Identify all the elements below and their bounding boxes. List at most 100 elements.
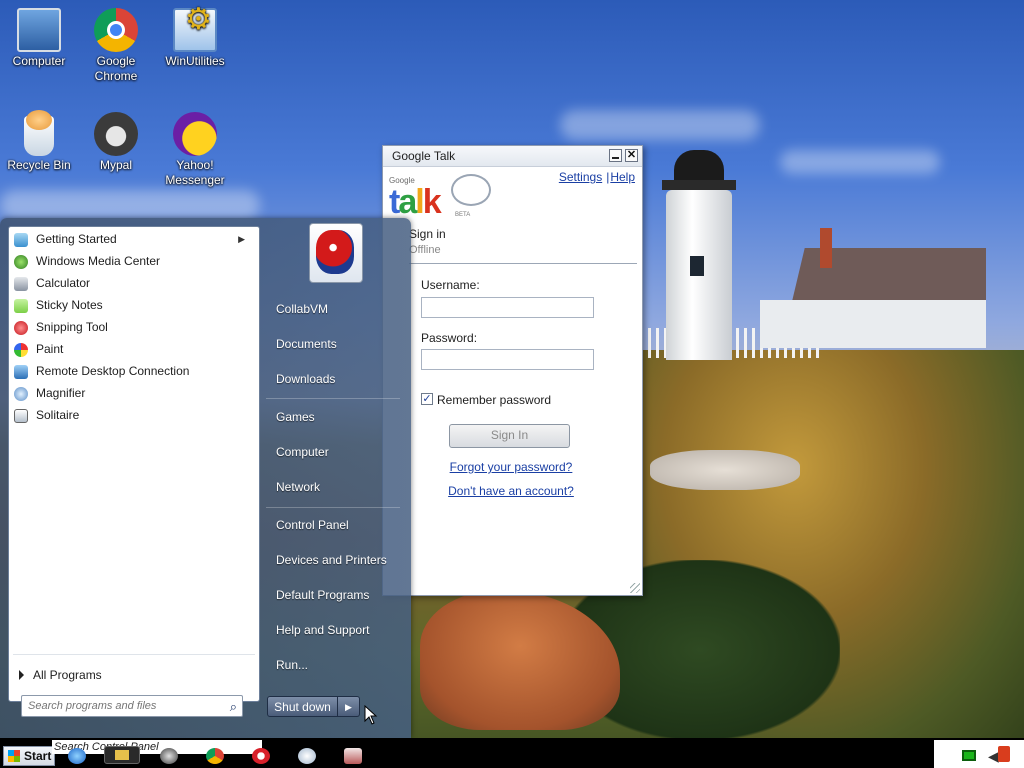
search-icon: ⌕ xyxy=(229,699,237,714)
menu-item-documents[interactable]: Documents xyxy=(276,337,337,351)
calculator-icon xyxy=(14,277,28,291)
programs-pane: Getting Started ▶ Windows Media Center C… xyxy=(8,226,260,702)
title-bar[interactable]: Google Talk ✕ xyxy=(383,146,642,167)
close-button[interactable]: ✕ xyxy=(625,149,638,162)
menu-item-downloads[interactable]: Downloads xyxy=(276,372,335,386)
mypal-icon xyxy=(94,112,138,156)
menu-item-network[interactable]: Network xyxy=(276,480,320,494)
expand-arrow-icon xyxy=(19,670,24,680)
divider xyxy=(266,398,400,399)
username-field[interactable] xyxy=(421,297,594,318)
password-label: Password: xyxy=(421,331,478,345)
program-label: Getting Started xyxy=(36,232,117,246)
taskbar: Start Search Control Panel ◀ xyxy=(0,738,1024,768)
desktop-icon-label: Mypal xyxy=(99,158,132,172)
desktop-icon-label: Google Chrome xyxy=(94,54,138,83)
opera-icon[interactable] xyxy=(252,748,270,764)
resize-grip[interactable] xyxy=(630,583,640,593)
program-solitaire[interactable]: Solitaire xyxy=(11,405,255,426)
desktop-icon-chrome[interactable]: Google Chrome xyxy=(79,8,153,84)
divider xyxy=(409,263,637,264)
desktop-icon-recycle-bin[interactable]: Recycle Bin xyxy=(2,110,76,173)
shutdown-options-button[interactable]: ▶ xyxy=(338,696,360,717)
google-talk-icon[interactable] xyxy=(298,748,316,764)
program-label: Magnifier xyxy=(36,386,86,400)
menu-item-collabvm[interactable]: CollabVM xyxy=(276,302,328,316)
program-remote-desktop[interactable]: Remote Desktop Connection xyxy=(11,361,255,382)
snipping-tool-icon xyxy=(14,321,28,335)
start-menu: Getting Started ▶ Windows Media Center C… xyxy=(0,218,411,738)
start-label: Start xyxy=(24,749,52,763)
menu-item-help-support[interactable]: Help and Support xyxy=(276,623,369,637)
recycle-bin-icon xyxy=(24,110,54,156)
google-talk-logo: Google talk BETA xyxy=(389,172,491,222)
start-button[interactable]: Start xyxy=(3,746,55,766)
sign-in-heading: Sign in xyxy=(409,227,446,241)
menu-item-games[interactable]: Games xyxy=(276,410,315,424)
desktop-icon-label: Computer xyxy=(12,54,66,68)
program-windows-media-center[interactable]: Windows Media Center xyxy=(11,251,255,272)
google-talk-window: Google Talk ✕ Google talk BETA Settings |… xyxy=(382,145,643,596)
internet-explorer-icon[interactable] xyxy=(68,748,86,764)
menu-item-control-panel[interactable]: Control Panel xyxy=(276,518,349,532)
submenu-arrow-icon: ▶ xyxy=(238,234,245,244)
media-center-icon xyxy=(14,255,28,269)
password-field[interactable] xyxy=(421,349,594,370)
network-icon[interactable] xyxy=(962,750,976,761)
minimize-button[interactable] xyxy=(609,149,622,162)
help-link[interactable]: Help xyxy=(610,170,635,184)
program-paint[interactable]: Paint xyxy=(11,339,255,360)
logo-beta-text: BETA xyxy=(455,212,471,218)
desktop-icon-label: WinUtilities xyxy=(165,54,225,68)
all-programs-label: All Programs xyxy=(33,668,102,682)
menu-item-computer[interactable]: Computer xyxy=(276,445,329,459)
create-account-link[interactable]: Don't have an account? xyxy=(386,484,636,498)
desktop-icon-label: Yahoo! Messenger xyxy=(165,158,225,187)
lighthouse-image xyxy=(652,150,748,360)
link-separator: | xyxy=(606,170,610,184)
remember-password-label[interactable]: Remember password xyxy=(437,393,551,407)
chrome-icon xyxy=(94,8,138,52)
desktop-icon-winutilities[interactable]: WinUtilities xyxy=(158,8,232,69)
program-snipping-tool[interactable]: Snipping Tool xyxy=(11,317,255,338)
menu-item-run[interactable]: Run... xyxy=(276,658,308,672)
system-tray: ◀ xyxy=(934,740,1024,768)
menu-item-default-programs[interactable]: Default Programs xyxy=(276,588,369,602)
desktop-icon-computer[interactable]: Computer xyxy=(2,8,76,69)
header-links: Settings |Help xyxy=(559,170,635,184)
status-text: Offline xyxy=(409,244,441,256)
program-label: Sticky Notes xyxy=(36,298,103,312)
desktop-icon-label: Recycle Bin xyxy=(7,158,71,172)
collabvm-icon[interactable] xyxy=(344,748,362,764)
settings-link[interactable]: Settings xyxy=(559,170,602,184)
program-getting-started[interactable]: Getting Started ▶ xyxy=(11,229,255,250)
paint-icon xyxy=(14,343,28,357)
house-image xyxy=(760,228,986,348)
logo-talk-text: talk xyxy=(389,183,442,221)
magnifier-icon xyxy=(14,387,28,401)
program-calculator[interactable]: Calculator xyxy=(11,273,255,294)
action-center-flag-icon[interactable] xyxy=(998,746,1010,762)
shutdown-button[interactable]: Shut down xyxy=(267,696,338,717)
program-sticky-notes[interactable]: Sticky Notes xyxy=(11,295,255,316)
mypal-icon[interactable] xyxy=(160,748,178,764)
menu-item-devices-printers[interactable]: Devices and Printers xyxy=(276,553,387,567)
sign-in-button[interactable]: Sign In xyxy=(449,424,570,448)
forgot-password-link[interactable]: Forgot your password? xyxy=(386,460,636,474)
user-avatar[interactable] xyxy=(309,223,363,283)
yahoo-messenger-icon xyxy=(173,112,217,156)
windows-explorer-icon[interactable] xyxy=(104,746,140,764)
program-label: Remote Desktop Connection xyxy=(36,364,190,378)
program-label: Calculator xyxy=(36,276,91,290)
program-magnifier[interactable]: Magnifier xyxy=(11,383,255,404)
remote-desktop-icon xyxy=(14,365,28,379)
program-label: Paint xyxy=(36,342,64,356)
divider xyxy=(13,654,255,655)
chrome-icon[interactable] xyxy=(206,748,224,764)
search-input[interactable] xyxy=(24,697,222,715)
program-label: Windows Media Center xyxy=(36,254,161,268)
start-search-box[interactable]: ⌕ xyxy=(21,695,243,717)
remember-password-checkbox[interactable]: ✓ xyxy=(421,393,433,405)
desktop-icon-mypal[interactable]: Mypal xyxy=(79,112,153,173)
desktop-icon-yahoo-messenger[interactable]: Yahoo! Messenger xyxy=(158,112,232,188)
